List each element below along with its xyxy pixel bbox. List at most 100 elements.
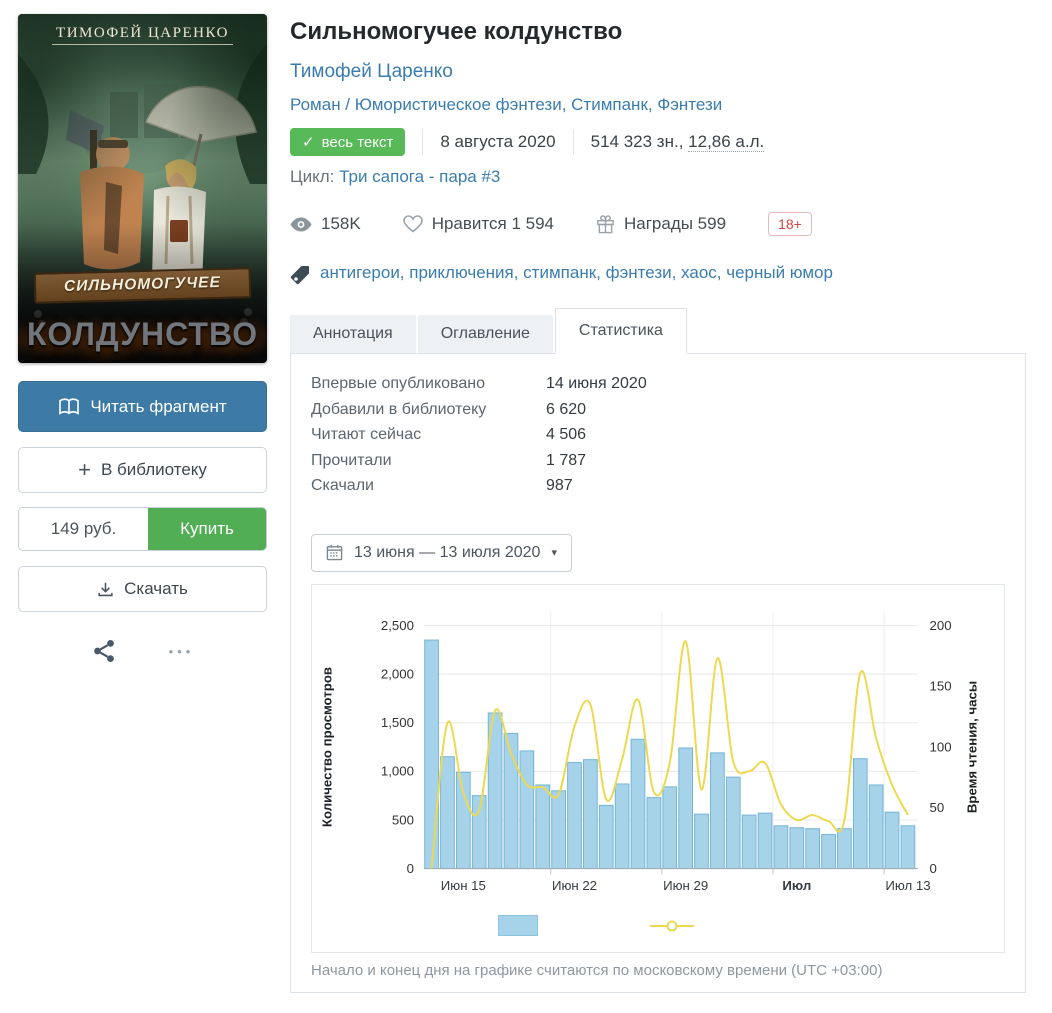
share-icon[interactable] — [91, 638, 117, 664]
stats-label: Читают сейчас — [311, 422, 546, 448]
awards-counter[interactable]: Награды 599 — [596, 214, 726, 234]
svg-text:200: 200 — [930, 617, 952, 632]
book-cover[interactable]: ТИМОФЕЙ ЦАРЕНКО СИЛЬНОМОГУЧЕЕ КОЛДУНСТВО — [18, 14, 267, 363]
svg-text:50: 50 — [930, 800, 945, 815]
age-rating-badge: 18+ — [768, 212, 812, 236]
svg-text:Июл 13: Июл 13 — [885, 878, 930, 893]
stats-row-published: Впервые опубликовано 14 июня 2020 — [311, 371, 1005, 397]
left-sidebar: ТИМОФЕЙ ЦАРЕНКО СИЛЬНОМОГУЧЕЕ КОЛДУНСТВО… — [18, 14, 267, 993]
cycle-link[interactable]: Три сапога - пара #3 — [339, 167, 500, 186]
tabs-bar: Аннотация Оглавление Статистика — [290, 308, 1026, 353]
stats-value: 6 620 — [546, 397, 586, 423]
cycle-line: Цикл: Три сапога - пара #3 — [290, 167, 1026, 187]
cycle-label: Цикл: — [290, 167, 334, 186]
calendar-icon — [326, 544, 343, 561]
statistics-panel: Впервые опубликовано 14 июня 2020 Добави… — [290, 353, 1026, 993]
stats-row-library: Добавили в библиотеку 6 620 — [311, 397, 1005, 423]
read-fragment-label: Читать фрагмент — [90, 397, 226, 417]
purchase-split-button: 149 руб. Купить — [18, 507, 267, 551]
download-icon — [97, 581, 114, 598]
svg-text:500: 500 — [392, 812, 414, 827]
tag-icon — [290, 265, 310, 285]
misc-actions-row: ••• — [18, 638, 267, 664]
cover-title-text: КОЛДУНСТВО — [18, 316, 267, 353]
gift-icon — [596, 215, 615, 234]
svg-text:Июн 29: Июн 29 — [663, 878, 708, 893]
plus-icon: + — [78, 459, 91, 481]
book-page: ТИМОФЕЙ ЦАРЕНКО СИЛЬНОМОГУЧЕЕ КОЛДУНСТВО… — [0, 0, 1052, 1013]
svg-text:Июл: Июл — [782, 878, 811, 893]
stats-value: 987 — [546, 473, 573, 499]
size-chars: 514 323 зн., — [591, 132, 684, 151]
tab-annotation[interactable]: Аннотация — [290, 315, 416, 353]
book-details: Сильномогучее колдунство Тимофей Царенко… — [290, 14, 1026, 993]
full-text-badge: ✓ весь текст — [290, 128, 405, 156]
more-options-button[interactable]: ••• — [169, 644, 195, 659]
author-link[interactable]: Тимофей Царенко — [290, 61, 453, 82]
download-label: Скачать — [124, 579, 188, 599]
legend-line-dot — [667, 920, 678, 931]
add-to-library-label: В библиотеку — [101, 460, 207, 480]
eye-icon — [290, 217, 312, 232]
likes-counter[interactable]: Нравится 1 594 — [403, 214, 554, 234]
full-text-label: весь текст — [322, 134, 394, 151]
stats-value: 14 июня 2020 — [546, 371, 647, 397]
heart-icon — [403, 215, 423, 233]
tab-contents[interactable]: Оглавление — [418, 315, 553, 353]
stats-table: Впервые опубликовано 14 июня 2020 Добави… — [311, 371, 1005, 499]
genre-links[interactable]: Юмористическое фэнтези, Стимпанк, Фэнтез… — [355, 95, 723, 114]
date-range-label: 13 июня — 13 июля 2020 — [354, 544, 540, 562]
download-button[interactable]: Скачать — [18, 566, 267, 612]
svg-text:1,500: 1,500 — [381, 715, 414, 730]
divider — [422, 129, 423, 155]
date-range-selector[interactable]: 13 июня — 13 июля 2020 ▾ — [311, 534, 572, 572]
svg-text:0: 0 — [407, 860, 414, 875]
svg-text:Время чтения, часы: Время чтения, часы — [965, 680, 980, 812]
likes-label: Нравится 1 594 — [432, 214, 554, 234]
stats-label: Скачали — [311, 473, 546, 499]
size-alh[interactable]: 12,86 а.л. — [688, 132, 764, 152]
genre-main-link[interactable]: Роман — [290, 95, 341, 114]
chart-container: 05001,0001,5002,0002,500050100150200Июн … — [311, 584, 1005, 953]
awards-label: Награды 599 — [624, 214, 726, 234]
legend-views-swatch[interactable] — [498, 915, 538, 936]
meta-row: ✓ весь текст 8 августа 2020 514 323 зн.,… — [290, 128, 1026, 156]
svg-text:Количество просмотров: Количество просмотров — [320, 666, 335, 826]
svg-text:Июн 15: Июн 15 — [441, 878, 486, 893]
stats-label: Впервые опубликовано — [311, 371, 546, 397]
svg-text:2,500: 2,500 — [381, 617, 414, 632]
views-counter: 158K — [290, 214, 361, 234]
caret-down-icon: ▾ — [551, 546, 557, 559]
genre-separator: / — [341, 95, 355, 114]
stats-row-finished: Прочитали 1 787 — [311, 448, 1005, 474]
read-fragment-button[interactable]: Читать фрагмент — [18, 381, 267, 432]
size-info: 514 323 зн., 12,86 а.л. — [591, 132, 765, 152]
stats-row-downloaded: Скачали 987 — [311, 473, 1005, 499]
tag-links[interactable]: антигерои, приключения, стимпанк, фэнтез… — [320, 263, 833, 283]
svg-text:150: 150 — [930, 678, 952, 693]
divider — [573, 129, 574, 155]
svg-text:Июн 22: Июн 22 — [552, 878, 597, 893]
cover-author-text: ТИМОФЕЙ ЦАРЕНКО — [18, 25, 267, 42]
stats-value: 4 506 — [546, 422, 586, 448]
open-book-icon — [58, 398, 80, 416]
tab-statistics[interactable]: Статистика — [555, 308, 687, 354]
add-to-library-button[interactable]: + В библиотеку — [18, 447, 267, 493]
views-count: 158K — [321, 214, 361, 234]
svg-text:2,000: 2,000 — [381, 666, 414, 681]
chart-legend — [250, 906, 942, 946]
page-title: Сильномогучее колдунство — [290, 18, 1026, 46]
svg-text:0: 0 — [930, 860, 937, 875]
stats-label: Добавили в библиотеку — [311, 397, 546, 423]
legend-reading-time-marker[interactable] — [650, 925, 694, 927]
genres-line: Роман / Юмористическое фэнтези, Стимпанк… — [290, 95, 1026, 115]
stats-row-reading: Читают сейчас 4 506 — [311, 422, 1005, 448]
cover-sign-text: СИЛЬНОМОГУЧЕЕ — [34, 267, 252, 304]
tags-row: антигерои, приключения, стимпанк, фэнтез… — [290, 263, 1026, 285]
cover-vignette — [18, 14, 267, 363]
buy-button[interactable]: Купить — [148, 508, 266, 550]
views-reading-chart: 05001,0001,5002,0002,500050100150200Июн … — [312, 595, 1004, 901]
stats-value: 1 787 — [546, 448, 586, 474]
price-label: 149 руб. — [19, 508, 148, 550]
stats-label: Прочитали — [311, 448, 546, 474]
